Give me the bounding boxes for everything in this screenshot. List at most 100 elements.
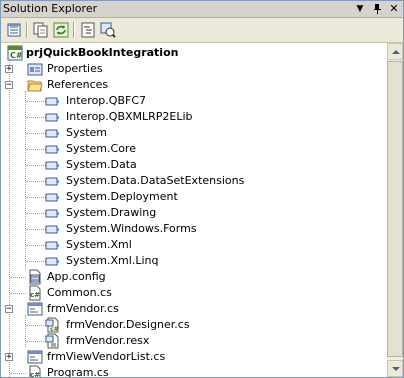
tree-item-properties[interactable]: + Properties (1, 61, 386, 77)
view-designer-button[interactable] (99, 21, 117, 39)
view-code-icon (81, 22, 95, 38)
properties-folder-icon (27, 63, 43, 76)
reference-icon (45, 193, 59, 202)
tree-item-frm-vendor-designer[interactable]: c# frmVendor.Designer.cs (1, 317, 386, 333)
view-code-button[interactable] (79, 21, 97, 39)
reference-label: System.Data.DataSetExtensions (66, 174, 245, 187)
close-button[interactable]: ✕ (387, 2, 401, 16)
reference-label: System.Xml (66, 238, 132, 251)
auto-hide-pin-button[interactable] (370, 2, 384, 16)
tree-item-program[interactable]: c# Program.cs (1, 365, 386, 377)
view-designer-icon (100, 22, 116, 38)
tree-item-references[interactable]: − References (1, 77, 386, 93)
tree-item-project[interactable]: C# prjQuickBookIntegration (1, 45, 386, 61)
reference-icon (45, 209, 59, 218)
tree-guide-line (26, 325, 46, 326)
pin-icon (374, 4, 381, 14)
file-label: Common.cs (47, 286, 112, 299)
properties-icon (7, 23, 21, 37)
csharp-project-icon: C# (7, 45, 23, 61)
csharp-file-icon: c# (29, 285, 41, 301)
tree-item-reference[interactable]: System (1, 125, 386, 141)
reference-icon (45, 129, 59, 138)
toolbar-separator (73, 22, 75, 38)
resource-file-icon (45, 333, 59, 349)
tree-item-reference[interactable]: System.Data (1, 157, 386, 173)
refresh-button[interactable] (52, 21, 70, 39)
reference-icon (45, 257, 59, 266)
tree-guide-line (10, 373, 26, 374)
references-label: References (47, 78, 109, 91)
title-bar: Solution Explorer ▼ ✕ (1, 1, 403, 18)
tree-item-common[interactable]: c# Common.cs (1, 285, 386, 301)
tree-item-reference[interactable]: System.Xml.Linq (1, 253, 386, 269)
file-label: Program.cs (47, 366, 109, 377)
csharp-file-icon: c# (29, 365, 41, 377)
toolbar-separator (26, 22, 28, 38)
file-label: frmViewVendorList.cs (47, 350, 166, 363)
tree-item-reference[interactable]: System.Data.DataSetExtensions (1, 173, 386, 189)
form-file-icon (27, 302, 43, 316)
scroll-up-button[interactable] (387, 43, 403, 60)
solution-tree[interactable]: C# prjQuickBookIntegration + Properties … (1, 43, 386, 377)
tree-item-app-config[interactable]: App.config (1, 269, 386, 285)
reference-icon (45, 113, 59, 122)
expand-toggle[interactable]: + (5, 65, 13, 74)
window-menu-button[interactable]: ▼ (353, 2, 367, 16)
properties-button[interactable] (5, 21, 23, 39)
tree-item-reference[interactable]: System.Deployment (1, 189, 386, 205)
form-file-icon (27, 350, 43, 364)
svg-text:C#: C# (10, 51, 23, 60)
tree-item-frm-vendor-resx[interactable]: frmVendor.resx (1, 333, 386, 349)
reference-label: System.Deployment (66, 190, 178, 203)
vertical-scrollbar[interactable] (387, 43, 403, 377)
expand-toggle[interactable]: + (5, 353, 13, 362)
reference-icon (45, 145, 59, 154)
file-label: frmVendor.cs (47, 302, 119, 315)
open-folder-icon (27, 80, 43, 92)
toolbar (1, 18, 403, 43)
scroll-down-button[interactable] (387, 360, 403, 377)
config-file-icon (29, 269, 41, 285)
reference-icon (45, 97, 59, 106)
collapse-toggle[interactable]: − (5, 81, 13, 90)
file-label: frmVendor.Designer.cs (66, 318, 190, 331)
reference-icon (45, 241, 59, 250)
reference-label: System.Data (66, 158, 137, 171)
tree-item-reference[interactable]: System.Core (1, 141, 386, 157)
tree-item-reference[interactable]: System.Windows.Forms (1, 221, 386, 237)
tree-guide-line (10, 277, 26, 278)
reference-icon (45, 177, 59, 186)
solution-explorer-panel: Solution Explorer ▼ ✕ C# prjQuickBookInt… (0, 0, 404, 378)
refresh-icon (53, 22, 69, 38)
svg-text:c#: c# (30, 371, 40, 377)
tree-item-frm-view-vendor-list[interactable]: + frmViewVendorList.cs (1, 349, 386, 365)
file-label: frmVendor.resx (66, 334, 150, 347)
reference-label: Interop.QBFC7 (66, 94, 146, 107)
reference-label: System.Windows.Forms (66, 222, 197, 235)
properties-label: Properties (47, 62, 103, 75)
tree-item-reference[interactable]: System.Drawing (1, 205, 386, 221)
reference-label: System (66, 126, 108, 139)
panel-title: Solution Explorer (3, 2, 98, 15)
tree-item-reference[interactable]: Interop.QBFC7 (1, 93, 386, 109)
tree-item-reference[interactable]: System.Xml (1, 237, 386, 253)
collapse-toggle[interactable]: − (5, 305, 13, 314)
show-all-files-button[interactable] (32, 21, 50, 39)
reference-icon (45, 225, 59, 234)
reference-label: System.Xml.Linq (66, 254, 159, 267)
tree-item-reference[interactable]: Interop.QBXMLRP2ELib (1, 109, 386, 125)
reference-label: Interop.QBXMLRP2ELib (66, 110, 193, 123)
tree-item-frm-vendor[interactable]: − frmVendor.cs (1, 301, 386, 317)
tree-guide-line (26, 341, 46, 342)
reference-icon (45, 161, 59, 170)
tree-guide-line (10, 293, 26, 294)
reference-label: System.Drawing (66, 206, 157, 219)
csharp-file-icon: c# (45, 317, 59, 333)
show-all-files-icon (33, 22, 48, 38)
scroll-thumb[interactable] (387, 61, 403, 357)
file-label: App.config (47, 270, 106, 283)
project-label: prjQuickBookIntegration (26, 46, 179, 59)
reference-label: System.Core (66, 142, 136, 155)
svg-text:c#: c# (50, 326, 59, 333)
